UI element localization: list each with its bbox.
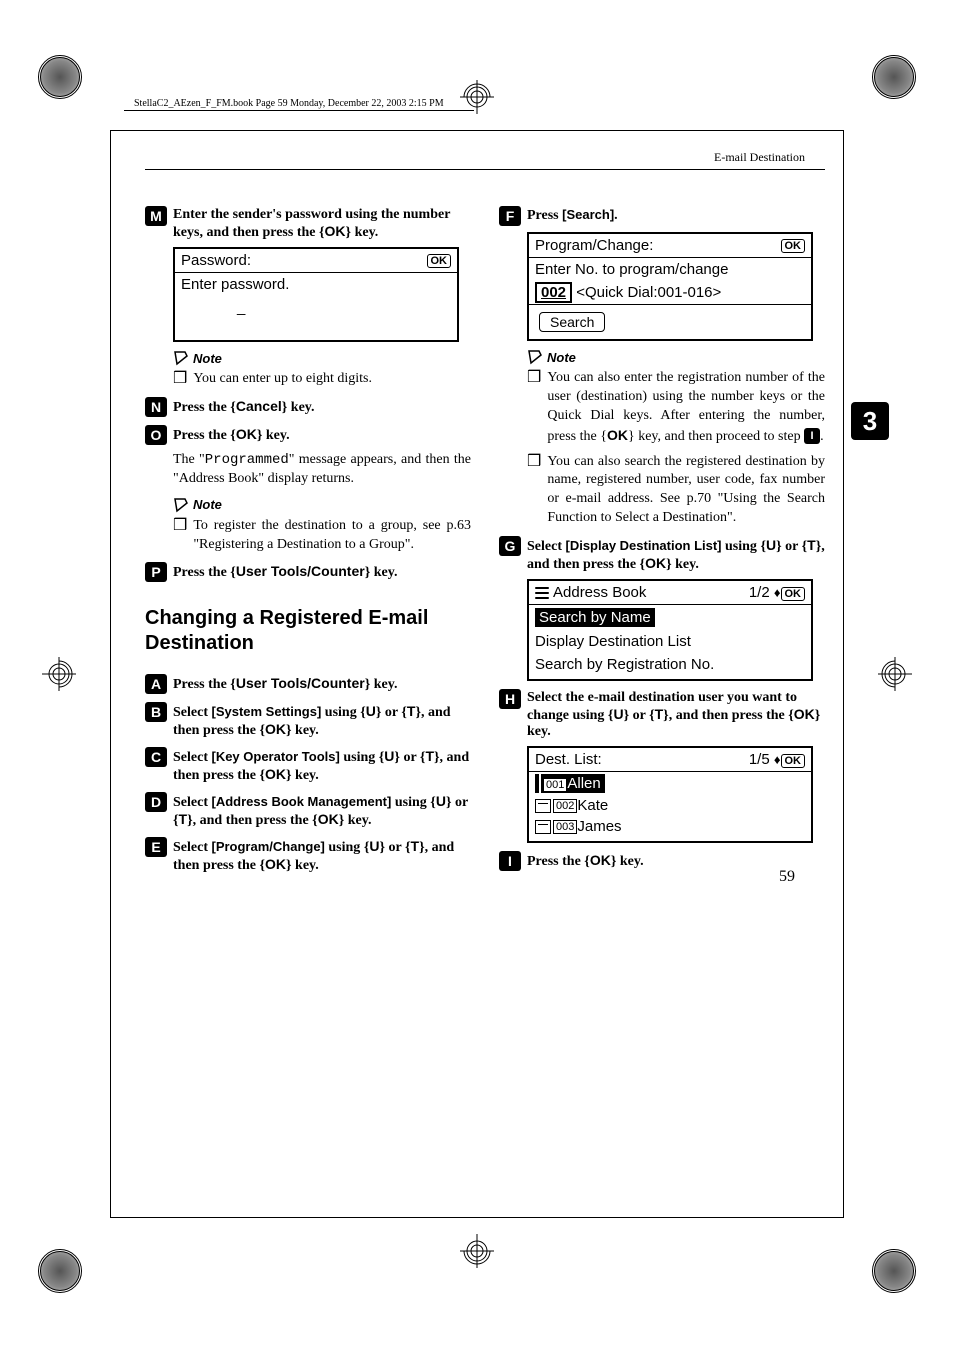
registration-mark xyxy=(460,1234,494,1268)
step-number-icon: O xyxy=(145,425,167,445)
registration-mark xyxy=(878,657,912,691)
crop-mark xyxy=(40,1251,80,1291)
step-1: A Press the {User Tools/Counter} key. xyxy=(145,674,471,694)
step-number-icon: E xyxy=(145,837,167,857)
section-title: Changing a Registered E-mail Destination xyxy=(145,606,471,656)
step-number-icon: A xyxy=(145,674,167,694)
step-number-icon: D xyxy=(145,792,167,812)
lcd-text: 002 <Quick Dial:001-016> xyxy=(529,281,811,304)
page-content: E-mail Destination 3 M Enter the sender'… xyxy=(145,150,825,878)
step-text: Press [Search]. xyxy=(527,206,618,226)
step-4: D Select [Address Book Management] using… xyxy=(145,792,471,829)
step-number-icon: C xyxy=(145,747,167,767)
list-icon xyxy=(535,586,549,600)
step-13: M Enter the sender's password using the … xyxy=(145,206,471,241)
chapter-tab: 3 xyxy=(851,402,889,440)
note-item: ❒You can enter up to eight digits. xyxy=(173,370,471,389)
step-15: O Press the {OK} key. xyxy=(145,425,471,445)
crop-mark xyxy=(874,1251,914,1291)
mail-icon xyxy=(535,820,551,834)
step-7: G Select [Display Destination List] usin… xyxy=(499,536,825,573)
step-text: Press the {User Tools/Counter} key. xyxy=(173,562,397,582)
step-text: Select [Program/Change] using {U} or {T}… xyxy=(173,837,471,874)
lcd-ok-icon: OK xyxy=(781,754,806,768)
step-text: Select [Key Operator Tools] using {U} or… xyxy=(173,747,471,784)
registration-mark xyxy=(460,80,494,114)
lcd-text: Enter password. xyxy=(175,273,457,296)
step-14: N Press the {Cancel} key. xyxy=(145,397,471,417)
step-text: Select [System Settings] using {U} or {T… xyxy=(173,702,471,739)
crop-mark xyxy=(40,57,80,97)
lcd-selected-item: Search by Name xyxy=(529,605,811,630)
step-number-icon: F xyxy=(499,206,521,226)
left-column: M Enter the sender's password using the … xyxy=(145,198,471,878)
note-item: ❒You can also enter the registration num… xyxy=(527,369,825,447)
mail-icon xyxy=(535,799,551,813)
step-text: Select [Address Book Management] using {… xyxy=(173,792,471,829)
step-text: Enter the sender's password using the nu… xyxy=(173,206,471,241)
lcd-item: Display Destination List xyxy=(529,630,811,653)
lcd-address-book: Address Book1/2 ♦OK Search by Name Displ… xyxy=(527,579,813,681)
step-text: Press the {OK} key. xyxy=(173,425,290,445)
page-number: 59 xyxy=(779,868,795,886)
step-number-icon: B xyxy=(145,702,167,722)
step-text: Press the {User Tools/Counter} key. xyxy=(173,674,397,694)
header-rule xyxy=(145,169,825,170)
lcd-selected-item: 001Allen xyxy=(529,772,811,795)
step-16: P Press the {User Tools/Counter} key. xyxy=(145,562,471,582)
step-9: I Press the {OK} key. xyxy=(499,851,825,871)
lcd-ok-icon: OK xyxy=(427,254,452,268)
lcd-program-change: Program/Change: OK Enter No. to program/c… xyxy=(527,232,813,341)
lcd-item: 003James xyxy=(529,816,811,841)
lcd-dest-list: Dest. List:1/5 ♦OK 001Allen 002Kate 003J… xyxy=(527,746,813,843)
note-heading: Note xyxy=(173,350,471,366)
lcd-title: Program/Change: xyxy=(535,237,653,254)
lcd-title: Address Book xyxy=(535,584,646,601)
lcd-title: Password: xyxy=(181,252,251,269)
step-text: Press the {OK} key. xyxy=(527,851,644,871)
step-number-icon: M xyxy=(145,206,167,226)
step-text: Select [Display Destination List] using … xyxy=(527,536,825,573)
body-text: The "Programmed" message appears, and th… xyxy=(173,451,471,489)
note-heading: Note xyxy=(173,497,471,513)
right-column: F Press [Search]. Program/Change: OK Ente… xyxy=(499,198,825,878)
step-number-icon: N xyxy=(145,397,167,417)
registration-mark xyxy=(42,657,76,691)
step-number-icon: G xyxy=(499,536,521,556)
lcd-password: Password: OK Enter password. _ xyxy=(173,247,459,342)
book-header: StellaC2_AEzen_F_FM.book Page 59 Monday,… xyxy=(134,98,444,109)
crop-mark xyxy=(874,57,914,97)
lcd-title: Dest. List: xyxy=(535,751,602,768)
step-text: Press the {Cancel} key. xyxy=(173,397,315,417)
step-reference-icon: I xyxy=(804,428,820,444)
step-number-icon: P xyxy=(145,562,167,582)
mail-icon xyxy=(539,774,541,793)
step-text: Select the e-mail destination user you w… xyxy=(527,689,825,740)
step-8: H Select the e-mail destination user you… xyxy=(499,689,825,740)
section-header: E-mail Destination xyxy=(145,150,825,165)
book-header-rule xyxy=(124,110,474,111)
lcd-item: 002Kate xyxy=(529,795,811,816)
step-2: B Select [System Settings] using {U} or … xyxy=(145,702,471,739)
note-item: ❒To register the destination to a group,… xyxy=(173,517,471,555)
step-5: E Select [Program/Change] using {U} or {… xyxy=(145,837,471,874)
lcd-ok-icon: OK xyxy=(781,587,806,601)
note-item: ❒You can also search the registered dest… xyxy=(527,453,825,529)
lcd-ok-icon: OK xyxy=(781,239,806,253)
step-number-icon: H xyxy=(499,689,521,709)
step-number-icon: I xyxy=(499,851,521,871)
lcd-item: Search by Registration No. xyxy=(529,653,811,679)
step-6: F Press [Search]. xyxy=(499,206,825,226)
lcd-text: Enter No. to program/change xyxy=(529,258,811,281)
lcd-search-button: Search xyxy=(539,312,605,332)
lcd-input: _ xyxy=(175,296,457,340)
step-3: C Select [Key Operator Tools] using {U} … xyxy=(145,747,471,784)
note-heading: Note xyxy=(527,349,825,365)
